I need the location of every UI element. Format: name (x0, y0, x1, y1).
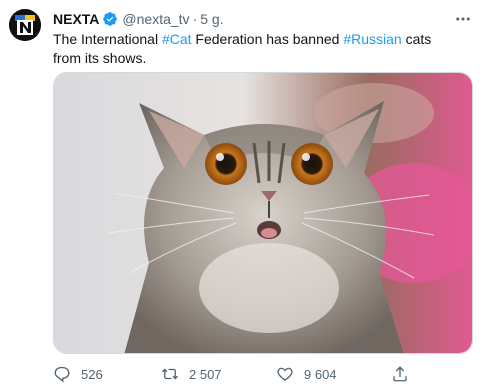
avatar[interactable] (9, 9, 41, 41)
like-button[interactable]: 9 604 (276, 365, 337, 383)
reply-count: 526 (81, 366, 103, 382)
startled-cat-photo-icon (54, 73, 472, 353)
reply-icon (54, 366, 70, 383)
tweet-header: NEXTA @nexta_tv · 5 g. (53, 9, 224, 29)
retweet-icon (162, 368, 178, 380)
share-icon (393, 366, 407, 382)
tweet-text-part: The International (53, 31, 162, 47)
author-name[interactable]: NEXTA (53, 11, 99, 27)
author-handle[interactable]: @nexta_tv (122, 11, 189, 27)
tweet-text: The International #Cat Federation has ba… (53, 30, 463, 68)
tweet-image[interactable] (53, 72, 473, 354)
tweet-text-part: Federation has banned (191, 31, 344, 47)
action-bar: 526 2 507 9 604 (53, 362, 473, 386)
timestamp[interactable]: 5 g. (200, 11, 223, 27)
reply-button[interactable]: 526 (53, 365, 103, 383)
heart-icon (277, 367, 293, 381)
more-icon[interactable] (454, 10, 472, 28)
hashtag-cat[interactable]: #Cat (162, 31, 192, 47)
verified-badge-icon (102, 11, 118, 27)
share-button[interactable] (391, 365, 419, 383)
nexta-logo-icon (9, 9, 41, 41)
retweet-count: 2 507 (189, 366, 222, 382)
tweet[interactable]: NEXTA @nexta_tv · 5 g. The International… (0, 0, 485, 389)
separator: · (192, 11, 198, 27)
like-count: 9 604 (304, 366, 337, 382)
retweet-button[interactable]: 2 507 (161, 365, 222, 383)
hashtag-russian[interactable]: #Russian (343, 31, 401, 47)
